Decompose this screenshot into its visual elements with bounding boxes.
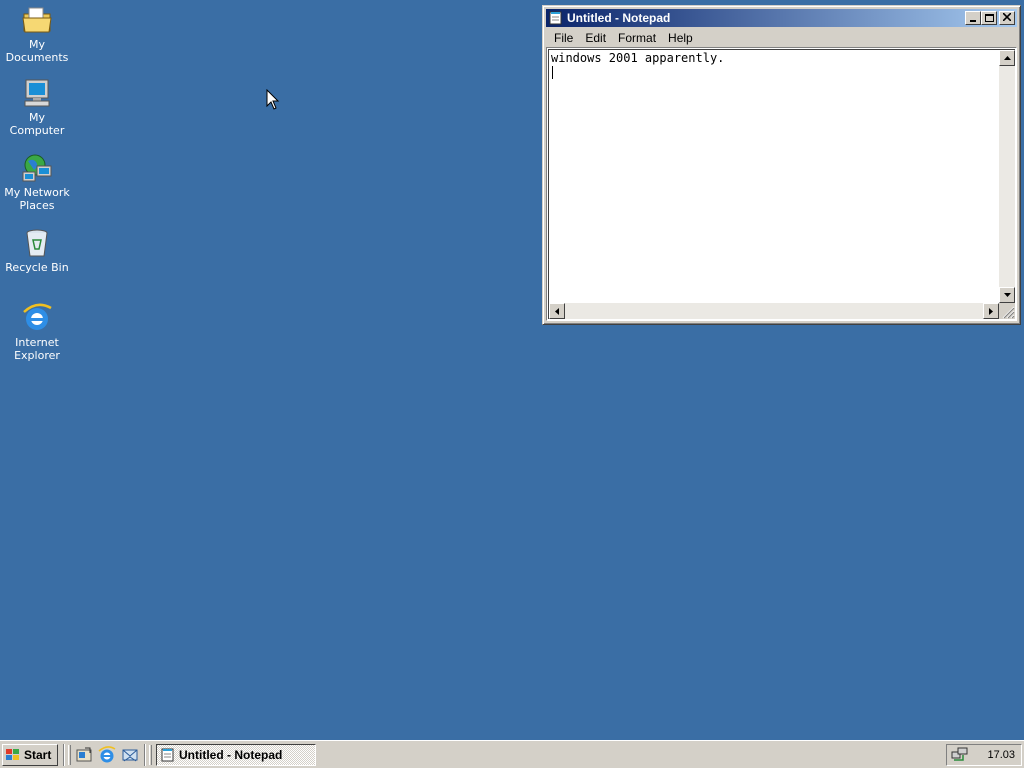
desktop-icon-label: My Network Places bbox=[4, 186, 70, 212]
menu-file[interactable]: File bbox=[548, 31, 579, 45]
windows-logo-icon bbox=[5, 748, 21, 762]
notepad-window[interactable]: Untitled - Notepad File Edit Format Help… bbox=[542, 5, 1021, 325]
desktop-icon-label: My Documents bbox=[5, 38, 69, 64]
taskbar-separator bbox=[144, 743, 146, 766]
network-icon bbox=[21, 152, 53, 184]
desktop-icon-label: My Computer bbox=[9, 111, 65, 137]
folder-documents-icon bbox=[21, 4, 53, 36]
maximize-button[interactable] bbox=[981, 11, 997, 25]
close-icon bbox=[1002, 11, 1012, 24]
desktop-icon-my-network-places[interactable]: My Network Places bbox=[0, 152, 74, 212]
desktop-icon-internet-explorer[interactable]: Internet Explorer bbox=[0, 302, 74, 362]
arrow-down-icon bbox=[1003, 293, 1011, 297]
internet-explorer-icon[interactable] bbox=[98, 745, 116, 764]
network-connection-icon[interactable] bbox=[951, 747, 969, 763]
minimize-icon bbox=[970, 20, 976, 22]
arrow-up-icon bbox=[1003, 56, 1011, 60]
desktop-icon-my-computer[interactable]: My Computer bbox=[0, 77, 74, 137]
text-caret bbox=[552, 66, 553, 79]
toolbar-grip[interactable] bbox=[68, 744, 71, 765]
desktop-icon-label: Recycle Bin bbox=[5, 261, 69, 274]
mouse-pointer-icon bbox=[266, 88, 280, 111]
start-label: Start bbox=[24, 747, 52, 762]
menu-edit[interactable]: Edit bbox=[579, 31, 612, 45]
notepad-icon bbox=[548, 11, 564, 25]
scroll-right-button[interactable] bbox=[983, 303, 999, 319]
taskbar: Start Untitled - Notepad 17.03 bbox=[0, 740, 1024, 768]
taskbar-separator bbox=[63, 743, 65, 766]
vertical-scrollbar[interactable] bbox=[999, 50, 1015, 303]
desktop-icon-my-documents[interactable]: My Documents bbox=[0, 4, 74, 64]
horizontal-scrollbar[interactable] bbox=[549, 303, 999, 319]
notepad-icon bbox=[160, 748, 176, 762]
scroll-up-button[interactable] bbox=[999, 50, 1015, 66]
scroll-down-button[interactable] bbox=[999, 287, 1015, 303]
resize-grip-icon bbox=[1002, 306, 1015, 319]
editor-text[interactable]: windows 2001 apparently. bbox=[551, 51, 724, 65]
menu-help[interactable]: Help bbox=[662, 31, 699, 45]
outlook-express-icon[interactable] bbox=[121, 746, 139, 764]
recycle-bin-icon bbox=[21, 227, 53, 259]
scroll-left-button[interactable] bbox=[549, 303, 565, 319]
title-bar[interactable]: Untitled - Notepad bbox=[546, 9, 1017, 27]
size-grip[interactable] bbox=[999, 303, 1015, 319]
desktop-icon-label: Internet Explorer bbox=[14, 336, 60, 362]
arrow-left-icon bbox=[555, 307, 559, 315]
menu-bar: File Edit Format Help bbox=[546, 28, 1017, 47]
show-desktop-icon[interactable] bbox=[75, 746, 93, 764]
desktop-icon-recycle-bin[interactable]: Recycle Bin bbox=[0, 227, 74, 274]
taskbar-button-notepad[interactable]: Untitled - Notepad bbox=[156, 743, 316, 766]
close-button[interactable] bbox=[999, 11, 1015, 25]
text-editor[interactable]: windows 2001 apparently. bbox=[546, 47, 1017, 321]
clock[interactable]: 17.03 bbox=[987, 749, 1015, 761]
internet-explorer-icon bbox=[21, 302, 53, 334]
taskbar-button-label: Untitled - Notepad bbox=[179, 747, 283, 762]
window-title: Untitled - Notepad bbox=[567, 11, 671, 25]
system-tray: 17.03 bbox=[946, 743, 1022, 766]
arrow-right-icon bbox=[989, 307, 993, 315]
maximize-icon bbox=[984, 14, 994, 22]
start-button[interactable]: Start bbox=[2, 743, 58, 766]
menu-format[interactable]: Format bbox=[612, 31, 662, 45]
toolbar-grip[interactable] bbox=[149, 744, 152, 765]
minimize-button[interactable] bbox=[965, 11, 981, 25]
computer-icon bbox=[21, 77, 53, 109]
